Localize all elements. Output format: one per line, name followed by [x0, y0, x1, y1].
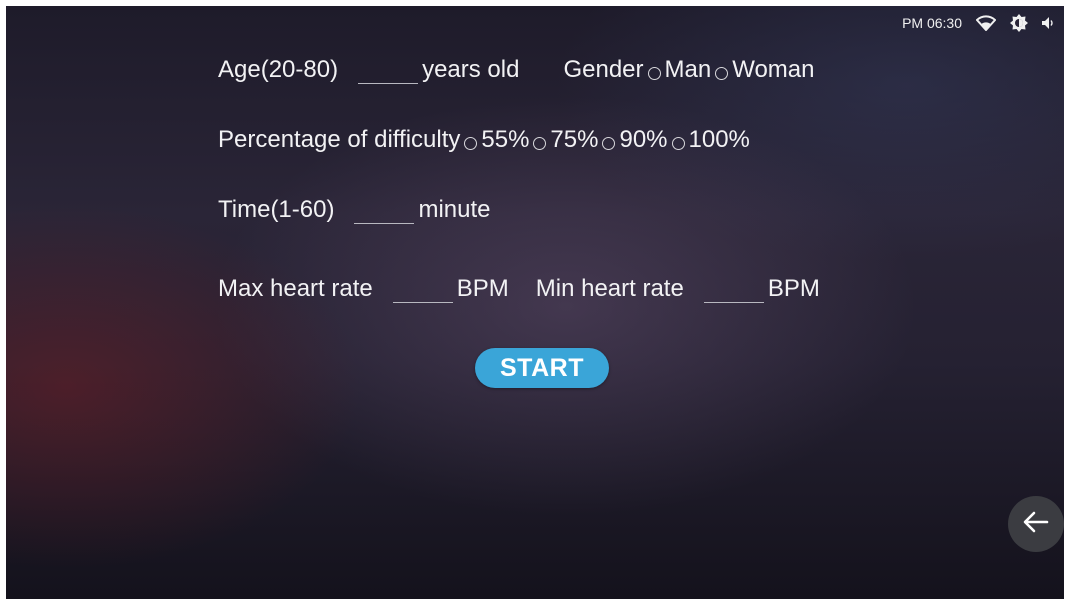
brightness-icon [1010, 14, 1028, 32]
radio-icon[interactable] [671, 137, 685, 150]
time-row: Time(1-60) minute [218, 196, 491, 224]
status-bar: PM 06:30 [902, 12, 1054, 34]
time-label: Time(1-60) [218, 196, 335, 223]
max-heart-rate-label: Max heart rate [218, 275, 373, 302]
gender-option-label: Man [664, 56, 712, 83]
difficulty-option-label: 100% [688, 126, 750, 153]
min-heart-rate-unit: BPM [767, 275, 820, 302]
difficulty-option-100[interactable]: 100% [668, 126, 750, 154]
age-label: Age(20-80) [218, 56, 339, 83]
age-input[interactable] [358, 59, 419, 84]
difficulty-label: Percentage of difficulty [218, 126, 461, 153]
gender-option-man[interactable]: Man [644, 56, 712, 84]
max-heart-rate-unit: BPM [456, 275, 509, 302]
age-unit: years old [422, 56, 520, 83]
difficulty-option-55[interactable]: 55% [460, 126, 529, 154]
difficulty-option-label: 90% [619, 126, 668, 153]
gender-label: Gender [563, 56, 644, 83]
time-unit: minute [418, 196, 491, 223]
radio-icon[interactable] [464, 137, 478, 150]
radio-icon[interactable] [715, 67, 729, 80]
min-heart-rate-label: Min heart rate [535, 275, 684, 302]
arrow-left-icon [1023, 511, 1049, 538]
difficulty-row: Percentage of difficulty 55% 75% 90% 100… [218, 126, 750, 154]
status-time: PM 06:30 [902, 15, 962, 31]
start-button[interactable]: START [475, 348, 609, 388]
radio-icon[interactable] [602, 137, 616, 150]
difficulty-option-75[interactable]: 75% [529, 126, 598, 154]
gender-option-label: Woman [732, 56, 815, 83]
time-input[interactable] [354, 199, 415, 224]
gender-option-woman[interactable]: Woman [711, 56, 814, 84]
radio-icon[interactable] [533, 137, 547, 150]
screen: PM 06:30 Age(20-80) years old Gender Man… [6, 6, 1064, 599]
difficulty-option-90[interactable]: 90% [598, 126, 668, 154]
wifi-icon [976, 15, 996, 31]
min-heart-rate-input[interactable] [703, 278, 764, 303]
difficulty-option-label: 55% [481, 126, 530, 153]
volume-icon [1042, 16, 1054, 30]
heart-rate-row: Max heart rate BPM Min heart rate BPM [218, 275, 820, 303]
max-heart-rate-input[interactable] [392, 278, 453, 303]
back-button[interactable] [1008, 496, 1064, 552]
radio-icon[interactable] [647, 67, 661, 80]
difficulty-option-label: 75% [550, 126, 599, 153]
age-gender-row: Age(20-80) years old Gender Man Woman [218, 56, 814, 84]
